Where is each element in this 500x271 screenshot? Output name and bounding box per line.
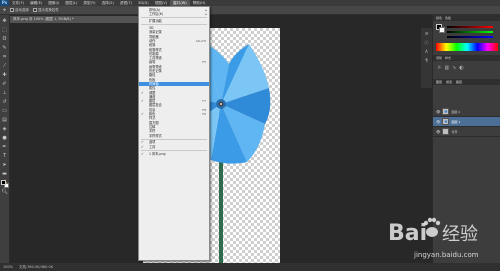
lasso-tool-icon[interactable]: ʘ: [2, 36, 8, 42]
menu-item-label: 扩展功能: [149, 19, 162, 24]
healing-brush-icon[interactable]: ✚: [2, 72, 8, 78]
history-brush-icon[interactable]: ↺: [2, 99, 8, 105]
watermark-url: jingyan.baidu.com: [414, 251, 479, 259]
exposure-icon[interactable]: ◐: [459, 65, 463, 71]
window-menu-item[interactable]: ✓ 1 风车.png: [139, 152, 209, 156]
transform-controls-checkbox[interactable]: 显示变换控件: [32, 7, 59, 13]
quick-select-tool-icon[interactable]: ✎: [2, 45, 8, 51]
adjustment-icons: ☼ ▥ ∿ ◐: [433, 63, 468, 73]
layer-thumbnail: ✱: [442, 108, 450, 115]
layer-thumbnail: ✱: [442, 118, 450, 125]
move-tool-icon[interactable]: ✥: [2, 18, 8, 24]
dodge-tool-icon[interactable]: ●: [2, 135, 8, 141]
layer-name: 图层 2: [451, 109, 461, 114]
levels-icon[interactable]: ▥: [444, 65, 449, 71]
layer-options: [433, 85, 500, 107]
layers-list: 👁︎ ✱ 图层 2 👁︎ ✱ 图层 1 👁︎ 背景: [433, 107, 500, 137]
window-menu-item[interactable]: 工作区(K) ▸: [139, 12, 209, 16]
pen-tool-icon[interactable]: ✒: [2, 144, 8, 150]
layer-thumbnail: [442, 128, 450, 135]
svg-text:经验: 经验: [442, 224, 478, 245]
visibility-eye-icon[interactable]: 👁︎: [436, 130, 440, 134]
color-swatches[interactable]: [1, 180, 9, 188]
layer-row[interactable]: 👁︎ ✱ 图层 2: [433, 107, 500, 117]
options-bar: ✥ 自动选择 显示变换控件: [0, 6, 500, 15]
tab-channels[interactable]: 通道: [446, 80, 452, 84]
paragraph-panel-icon[interactable]: ¶: [424, 58, 430, 64]
clone-stamp-icon[interactable]: ⊥: [2, 90, 8, 96]
crop-tool-icon[interactable]: ⌗: [2, 54, 8, 60]
color-ramp[interactable]: [436, 43, 498, 51]
tab-paths[interactable]: 路径: [456, 80, 462, 84]
curves-icon[interactable]: ∿: [452, 65, 456, 71]
layer-name: 背景: [451, 129, 458, 134]
tab-layers[interactable]: 图层: [436, 80, 442, 84]
tab-styles[interactable]: 样式: [445, 55, 451, 61]
marquee-tool-icon[interactable]: ⬚: [2, 27, 8, 33]
brush-tool-icon[interactable]: ✐: [2, 81, 8, 87]
visibility-eye-icon[interactable]: 👁︎: [436, 110, 440, 114]
gradient-tool-icon[interactable]: ▤: [2, 117, 8, 123]
character-panel-icon[interactable]: A: [424, 49, 430, 55]
menu-item-label: 工具: [149, 144, 156, 149]
blue-slider[interactable]: [447, 36, 493, 38]
layer-name: 图层 1: [451, 119, 461, 124]
transform-controls-label: 显示变换控件: [37, 7, 59, 12]
zoom-readout[interactable]: 100%: [3, 265, 13, 269]
history-panel-icon[interactable]: ☰: [424, 31, 430, 37]
green-slider[interactable]: [447, 31, 493, 33]
move-tool-icon[interactable]: ✥: [3, 8, 6, 12]
window-menu-item[interactable]: ✓ 工具: [139, 145, 209, 149]
tools-panel: ✥ ⬚ ʘ ✎ ⌗ ⁄ ✚ ✐ ⊥ ↺ ▭ ▤ ◈ ● ✒ T ➤ ▬ ✋ 🔍︎: [0, 15, 10, 263]
svg-text:Bai: Bai: [388, 221, 427, 246]
visibility-eye-icon[interactable]: 👁︎: [436, 120, 440, 124]
brightness-icon[interactable]: ☼: [437, 65, 441, 71]
window-menu-item[interactable]: 扩展功能: [139, 19, 209, 23]
tab-adjustments[interactable]: 调整: [436, 55, 442, 61]
auto-select-label: 自动选择: [14, 7, 29, 12]
collapsed-panels-strip: ☰ ⓘ A ¶: [421, 28, 432, 88]
zoom-tool-icon[interactable]: 🔍︎: [2, 189, 8, 195]
doc-size-readout: 文档:360.0K/480.0K: [19, 264, 54, 269]
layer-row[interactable]: 👁︎ 背景: [433, 127, 500, 137]
menu-item-label: 1 风车.png: [149, 151, 166, 156]
auto-select-checkbox[interactable]: 自动选择: [9, 7, 29, 13]
submenu-arrow-icon: ▸: [205, 12, 207, 17]
type-tool-icon[interactable]: T: [2, 153, 8, 159]
eyedropper-tool-icon[interactable]: ⁄: [2, 63, 8, 69]
color-panel: 调整 样式 ☼ ▥ ∿ ◐: [433, 21, 500, 77]
checkmark-icon: ✓: [141, 151, 144, 156]
checkmark-icon: ✓: [141, 144, 144, 149]
window-menu-dropdown: 排列(A) ▸ 工作区(K) ▸ 扩展功能 3D 测量记录 导航器 动作 Alt+F9 段落 段落样式…: [138, 6, 210, 261]
panel-bg-color[interactable]: [439, 27, 445, 33]
red-slider[interactable]: [447, 26, 493, 28]
menu-item-label: 工作区(K): [149, 12, 164, 17]
adjust-panel-tabs: 调整 样式: [433, 55, 500, 61]
foreground-color[interactable]: [1, 180, 6, 185]
window-menu-item[interactable]: 字符样式: [139, 134, 209, 138]
menu-item-label: 字符样式: [149, 133, 162, 138]
eraser-tool-icon[interactable]: ▭: [2, 108, 8, 114]
path-select-icon[interactable]: ➤: [2, 162, 8, 168]
info-panel-icon[interactable]: ⓘ: [424, 40, 430, 46]
shape-tool-icon[interactable]: ▬: [2, 171, 8, 177]
layer-row[interactable]: 👁︎ ✱ 图层 1: [433, 117, 500, 127]
status-bar: 100% 文档:360.0K/480.0K: [0, 263, 500, 271]
blur-tool-icon[interactable]: ◈: [2, 126, 8, 132]
baidu-jingyan-logo: Bai 经验: [388, 217, 478, 246]
